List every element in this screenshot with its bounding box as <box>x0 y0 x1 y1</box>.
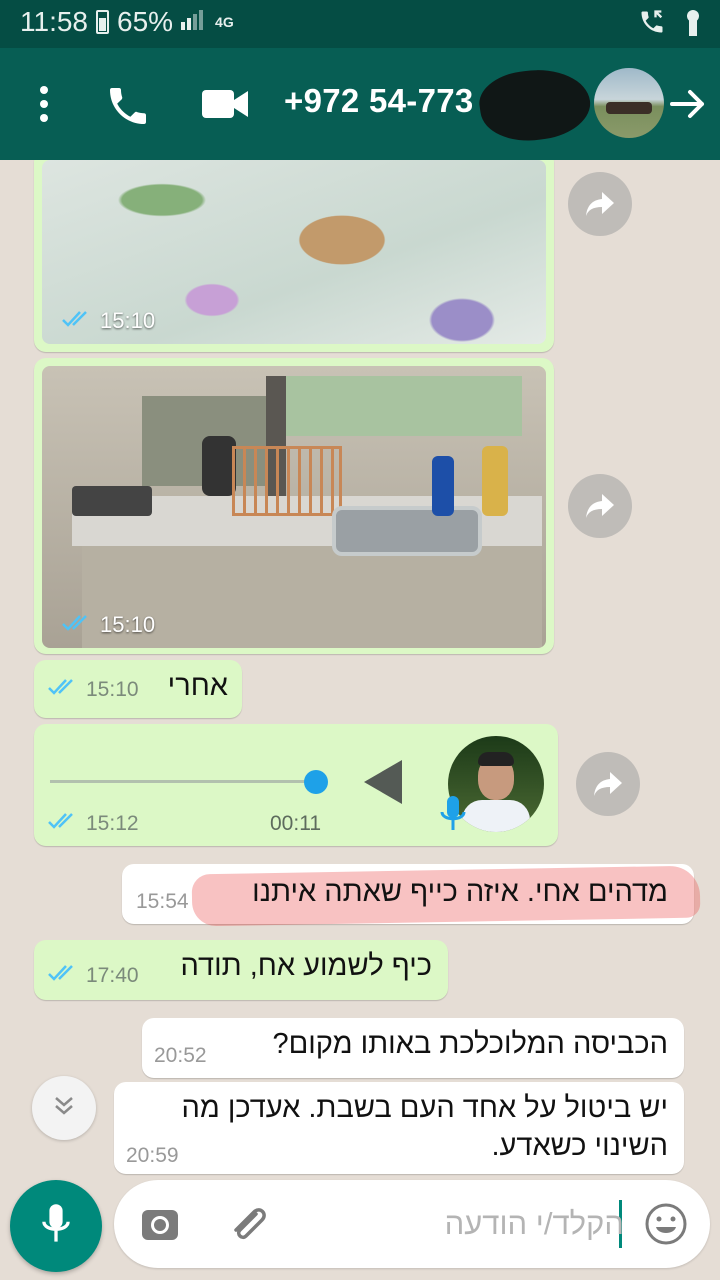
message-text-line: יש ביטול על אחד העם בשבת. אעדכן מה <box>181 1092 668 1124</box>
message-text-line: השינוי כשאדע. <box>491 1130 668 1162</box>
forward-icon[interactable] <box>576 752 640 816</box>
read-ticks-icon <box>48 678 78 702</box>
forward-icon[interactable] <box>568 172 632 236</box>
message-meta: 15:12 <box>48 812 139 836</box>
battery-percent: 65% <box>117 6 174 37</box>
kitchen-photo[interactable]: 15:10 <box>42 366 546 648</box>
bed-photo[interactable]: 15:10 <box>42 160 546 344</box>
battery-icon <box>96 10 109 34</box>
play-icon[interactable] <box>364 760 402 804</box>
text-message[interactable]: 20:52 הכביסה המלוכלכת באותו מקום? <box>142 1018 684 1078</box>
network-type: 4G <box>215 14 234 30</box>
message-time: 15:12 <box>86 812 139 835</box>
chevron-down-icon <box>50 1092 78 1125</box>
chat-header: +972 54-773 <box>0 48 720 160</box>
message-time: 15:10 <box>100 308 156 333</box>
more-options-icon[interactable] <box>22 80 66 128</box>
input-placeholder: הקלד/י הודעה <box>444 1206 624 1241</box>
back-arrow-icon[interactable] <box>668 84 708 124</box>
composer: הקלד/י הודעה <box>0 1180 720 1280</box>
message-text: אחרי <box>167 670 228 702</box>
status-bar: 11:58 65% 4G <box>0 0 720 48</box>
emoji-icon[interactable] <box>644 1202 688 1246</box>
image-message[interactable]: 15:10 <box>34 160 554 352</box>
signal-icon <box>181 8 207 36</box>
chat-area[interactable]: 15:10 15:10 15:10 אחרי 15:12 00:11 15:54… <box>0 160 720 1180</box>
text-message[interactable]: יש ביטול על אחד העם בשבת. אעדכן מה השינו… <box>114 1082 684 1174</box>
message-time: 20:59 <box>126 1144 179 1167</box>
text-message[interactable]: 15:54 מדהים אחי. איזה כייף שאתה איתנו <box>122 864 701 927</box>
wifi-call-icon <box>638 8 666 41</box>
microphone-icon <box>39 1202 73 1251</box>
message-meta: 15:10 <box>48 678 139 702</box>
message-time: 17:40 <box>86 964 139 987</box>
read-ticks-icon <box>62 308 92 334</box>
message-meta: 15:10 <box>62 612 155 638</box>
lock-icon <box>684 8 702 41</box>
phone-call-icon[interactable] <box>104 82 152 130</box>
camera-icon[interactable] <box>140 1204 180 1244</box>
voice-duration: 00:11 <box>270 812 321 835</box>
message-time: 15:10 <box>86 678 139 701</box>
text-message[interactable]: 17:40 כיף לשמוע אח, תודה <box>34 940 448 1000</box>
message-text: מדהים אחי. איזה כייף שאתה איתנו <box>252 876 668 908</box>
message-time: 15:54 <box>136 890 189 913</box>
status-time: 11:58 <box>20 6 88 37</box>
message-time: 20:52 <box>154 1044 207 1067</box>
message-time: 15:10 <box>100 612 156 637</box>
video-call-icon[interactable] <box>200 84 250 124</box>
read-ticks-icon <box>62 612 92 638</box>
image-message[interactable]: 15:10 <box>34 358 554 654</box>
message-input[interactable]: הקלד/י הודעה <box>114 1180 710 1268</box>
scroll-down-button[interactable] <box>32 1076 96 1140</box>
voice-progress-track[interactable] <box>50 780 314 783</box>
voice-progress-handle[interactable] <box>304 770 328 794</box>
read-ticks-icon <box>48 964 78 988</box>
contact-name[interactable]: +972 54-773 <box>284 82 474 120</box>
message-text: כיף לשמוע אח, תודה <box>180 950 432 982</box>
attach-icon[interactable] <box>226 1202 270 1246</box>
forward-icon[interactable] <box>568 474 632 538</box>
message-meta: 15:10 <box>62 308 155 334</box>
message-text: הכביסה המלוכלכת באותו מקום? <box>272 1028 668 1060</box>
voice-message[interactable]: 15:12 00:11 <box>34 724 558 846</box>
text-message[interactable]: 15:10 אחרי <box>34 660 242 718</box>
message-meta: 17:40 <box>48 964 139 988</box>
read-ticks-icon <box>48 812 78 836</box>
microphone-icon <box>438 794 468 834</box>
redaction-mark <box>475 62 595 148</box>
contact-avatar[interactable] <box>594 68 664 138</box>
record-voice-button[interactable] <box>10 1180 102 1272</box>
